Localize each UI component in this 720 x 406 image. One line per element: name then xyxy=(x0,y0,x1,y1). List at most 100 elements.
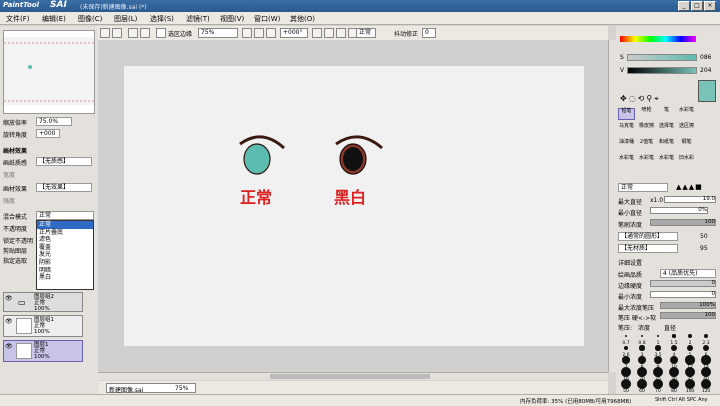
brush-tip-icons[interactable]: ▲▲▲■ xyxy=(676,183,703,191)
brush-size-preset[interactable] xyxy=(621,367,631,377)
blend-option[interactable]: 发光 xyxy=(37,251,93,259)
pressure-density-checkbox[interactable]: 浓度 xyxy=(638,323,650,332)
zoom-in-icon[interactable] xyxy=(254,28,264,38)
blend-option[interactable]: 滤色 xyxy=(37,236,93,244)
tool-binary-pen[interactable]: 2值笔 xyxy=(638,139,655,152)
tool-select-eraser[interactable]: 选区擦 xyxy=(678,123,695,136)
brush-size-preset[interactable] xyxy=(685,355,695,365)
selection-tools[interactable]: ✥◌⟲⚲⌖ xyxy=(620,94,661,104)
brush-size-preset[interactable] xyxy=(701,367,711,377)
rotate-value[interactable]: +000 xyxy=(36,129,60,138)
document-tab[interactable]: 新建图像.sai 75% xyxy=(106,383,196,394)
max-pressure-slider[interactable]: 100% xyxy=(660,302,716,309)
tool-marker[interactable]: 马克笔 xyxy=(618,123,635,136)
eye-icon[interactable]: 👁 xyxy=(5,295,14,303)
brush-size-preset[interactable] xyxy=(703,333,709,339)
tool-watercolor[interactable]: 水彩笔 xyxy=(678,107,695,120)
horizontal-scrollbar[interactable] xyxy=(98,372,608,380)
eye-icon[interactable]: 👁 xyxy=(5,343,14,351)
deselect-icon[interactable] xyxy=(128,28,138,38)
brush-size-preset[interactable] xyxy=(653,379,663,389)
brush-size-preset[interactable] xyxy=(669,355,679,365)
tool-old-watercolor[interactable]: 旧水彩 xyxy=(678,155,695,168)
brush-size-preset[interactable] xyxy=(621,379,631,389)
brush-size-preset[interactable] xyxy=(688,334,692,338)
redo-icon[interactable] xyxy=(112,28,122,38)
blend-mode-select[interactable]: 正常 xyxy=(36,211,94,220)
brush-size-preset[interactable] xyxy=(686,344,694,352)
rotate-reset-icon[interactable] xyxy=(336,28,346,38)
menu-file[interactable]: 文件(F) xyxy=(6,14,30,24)
brush-size-preset[interactable] xyxy=(637,379,647,389)
brush-size-preset[interactable] xyxy=(655,345,661,351)
brush-size-preset[interactable] xyxy=(656,334,660,338)
tool-eraser[interactable]: 橡皮擦 xyxy=(638,123,655,136)
pressure-softness-slider[interactable]: 100 xyxy=(660,312,716,319)
menu-window[interactable]: 窗口(W) xyxy=(254,14,280,24)
brush-size-preset[interactable] xyxy=(653,367,663,377)
min-size-slider[interactable]: 0% xyxy=(650,207,708,214)
brush-size-preset[interactable] xyxy=(702,344,710,352)
tool-watercolor-3[interactable]: 水彩笔 xyxy=(638,155,655,168)
brush-size-preset[interactable] xyxy=(669,379,679,389)
lock-opacity-checkbox[interactable]: 锁定不透明 xyxy=(3,236,33,245)
clipping-checkbox[interactable]: 剪贴图层 xyxy=(3,246,27,255)
edge-hardness-slider[interactable]: 0 xyxy=(650,280,716,287)
brush-size-preset[interactable] xyxy=(653,355,663,365)
brush-size-preset[interactable] xyxy=(638,356,646,364)
min-density-slider[interactable]: 0 xyxy=(650,291,716,298)
menu-other[interactable]: 其他(O) xyxy=(290,14,315,24)
hue-wheel[interactable] xyxy=(620,28,696,50)
brush-texture-select[interactable]: 【无材质】 xyxy=(618,244,678,253)
tool-watercolor-2[interactable]: 水彩笔 xyxy=(618,155,635,168)
brush-size-preset[interactable] xyxy=(625,335,627,337)
tool-pen[interactable]: 笔 xyxy=(658,107,675,120)
brush-mode-select[interactable]: 正常 xyxy=(618,183,668,192)
minimize-button[interactable]: _ xyxy=(678,1,690,11)
menu-view[interactable]: 视图(V) xyxy=(220,14,244,24)
menu-image[interactable]: 图像(C) xyxy=(78,14,102,24)
max-size-slider[interactable]: 19.0 xyxy=(664,196,716,203)
brush-size-preset[interactable] xyxy=(701,379,711,389)
pressure-size-checkbox[interactable]: 直径 xyxy=(664,323,676,332)
brush-size-preset[interactable] xyxy=(639,345,645,351)
blend-option[interactable]: 阴影 xyxy=(37,259,93,267)
brush-size-preset[interactable] xyxy=(622,356,630,364)
brush-size-preset[interactable] xyxy=(685,379,695,389)
brush-size-preset[interactable] xyxy=(669,367,679,377)
menu-select[interactable]: 选择(S) xyxy=(150,14,174,24)
rotate-left-icon[interactable] xyxy=(312,28,322,38)
vertical-scrollbar[interactable] xyxy=(608,40,616,372)
stabilizer-field[interactable]: 0 xyxy=(422,28,436,38)
current-color-swatch[interactable] xyxy=(698,80,716,102)
layer-item[interactable]: 👁 ▭ 图层组2 正常 100% xyxy=(3,292,83,312)
quality-select[interactable]: 4 (品质优先) xyxy=(660,269,716,278)
canvas-paper[interactable]: 正常 黑白 xyxy=(124,66,584,346)
brush-size-preset[interactable] xyxy=(623,345,629,351)
zoom-fit-icon[interactable] xyxy=(266,28,276,38)
tool-ink-pen[interactable]: 钢笔 xyxy=(678,139,695,152)
close-button[interactable]: × xyxy=(704,1,716,11)
angle-field[interactable]: +000° xyxy=(280,28,308,38)
navigator-preview[interactable] xyxy=(3,30,95,114)
tool-airbrush[interactable]: 喷枪 xyxy=(638,107,655,120)
tool-bucket[interactable]: 油漆桶 xyxy=(618,139,635,152)
select-source-checkbox[interactable]: 指定选取 xyxy=(3,256,27,265)
scroll-thumb[interactable] xyxy=(270,374,430,379)
menu-filter[interactable]: 滤镜(T) xyxy=(186,14,210,24)
brush-size-preset[interactable] xyxy=(640,334,644,338)
invert-icon[interactable] xyxy=(140,28,150,38)
blend-option[interactable]: 黑白 xyxy=(37,274,93,282)
zoom-out-icon[interactable] xyxy=(242,28,252,38)
rotate-right-icon[interactable] xyxy=(324,28,334,38)
brush-size-preset[interactable] xyxy=(637,367,647,377)
tool-pencil[interactable]: 铅笔 xyxy=(618,108,635,120)
maximize-button[interactable]: □ xyxy=(691,1,703,11)
detail-settings-toggle[interactable]: 详细设置 xyxy=(618,258,642,267)
menu-layer[interactable]: 图层(L) xyxy=(114,14,137,24)
mode-field[interactable]: 正常 xyxy=(356,28,376,38)
brush-shape-select[interactable]: 【通常的圆形】 xyxy=(618,232,678,241)
tool-watercolor-4[interactable]: 水彩笔 xyxy=(658,155,675,168)
value-slider[interactable] xyxy=(627,67,697,74)
layer-item-selected[interactable]: 👁 图层1 正常 100% xyxy=(3,340,83,362)
